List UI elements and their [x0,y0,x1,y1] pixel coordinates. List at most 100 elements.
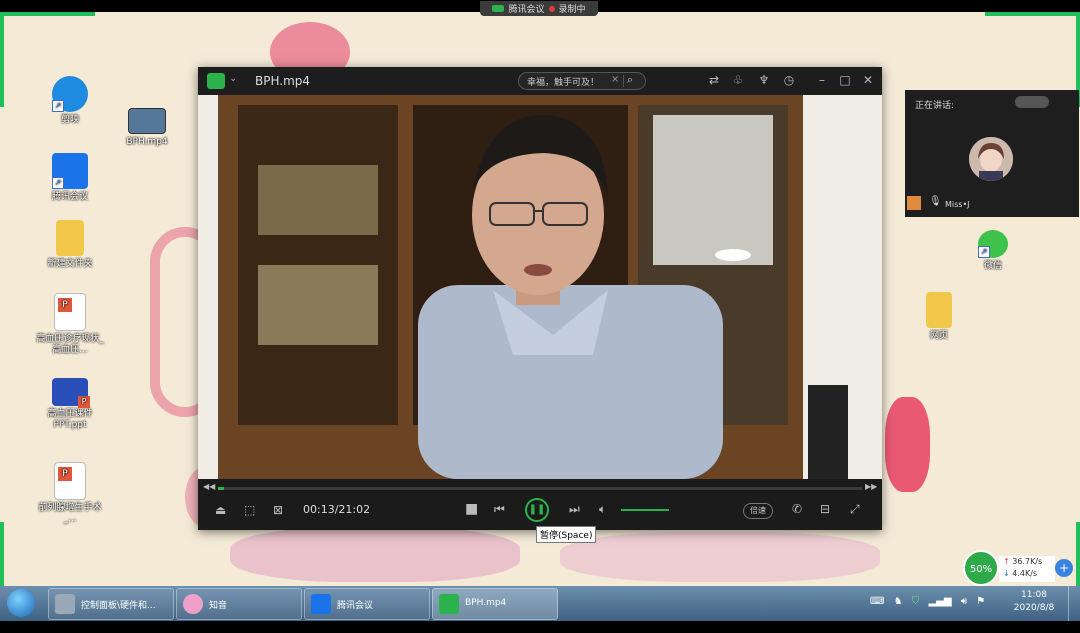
time-display: 00:13/21:02 [303,503,371,516]
player-search-input[interactable] [527,74,609,88]
seek-bar[interactable] [218,487,862,490]
fullscreen-icon[interactable]: ⤢ [850,502,860,517]
taskbar-item-label: 知音 [209,601,228,611]
cpu-percent: 50% [969,564,993,575]
speaker-name: Miss•J [945,200,970,209]
ppt-file-icon: P [52,378,90,408]
wechat-icon: ↗ [978,230,1008,258]
network-widget[interactable]: 50% ↑ 36.7K/s ↓ 4.4K/s + [963,550,1075,586]
seek-forward-icon[interactable]: ▶▶ [865,482,877,491]
recording-dot-icon [548,5,555,12]
frame-corner [985,12,1080,16]
folder-icon [926,292,952,328]
frame-corner [0,522,4,586]
meeting-icon [492,5,505,12]
taskbar-item-video-player[interactable]: BPH.mp4 [432,588,558,620]
desktop-icon-label: BPH.mp4 [126,137,168,147]
plus-icon[interactable]: + [1055,559,1073,577]
eject-icon[interactable]: ⏏ [215,503,226,517]
speed-button[interactable]: 倍速 [743,503,773,519]
desktop-icon-jianying[interactable]: ↗ 剪映 [35,76,105,126]
search-divider [623,75,624,87]
player-controls: ◀◀ ▶▶ ⏏ ⬚ ⊠ 00:13/21:02 ■ ⏮ ❚❚ ⏭ 🔈︎ 倍速 ✆… [198,479,882,530]
stop-icon[interactable]: ■ [465,501,478,517]
tencent-meeting-icon: ↗ [52,153,88,189]
volume-icon[interactable]: 🔈︎ [599,502,606,517]
skin-icon[interactable]: ♧ [730,73,746,87]
taskbar-clock[interactable]: 11:08 2020/8/8 [1012,589,1056,615]
net-speed-box: ↑ 36.7K/s ↓ 4.4K/s [999,556,1055,582]
network-icon[interactable]: ▂▄▆ [928,596,951,607]
desktop-icon-wechat[interactable]: ↗ 微信 [958,230,1028,272]
cpu-percent-badge: 50% [963,550,999,586]
desktop-icon-label: 剪映 [60,115,79,125]
show-desktop-button[interactable] [1068,586,1080,621]
taskbar-item-zhiyin[interactable]: 知音 [176,588,302,620]
desktop-icon-web-folder[interactable]: 网页 [904,292,974,342]
avatar-image [969,137,1013,181]
upload-speed: 36.7K/s [1012,557,1043,566]
clear-icon[interactable]: × [611,74,619,85]
start-button[interactable] [7,589,35,617]
download-speed: 4.4K/s [1012,569,1038,578]
taskbar-item-tencent-meeting[interactable]: 腾讯会议 [304,588,430,620]
minimize-icon[interactable]: – [814,73,830,87]
screenshot-icon[interactable]: ⬚ [244,503,255,517]
desktop-icon-bph-video[interactable]: BPH.mp4 [112,108,182,148]
search-icon[interactable]: ⌕ [627,73,633,87]
volume-tray-icon[interactable]: 🔊︎ [961,596,967,607]
video-player-icon [439,594,459,614]
folder-icon [56,220,84,256]
player-search-box[interactable]: × ⌕ [518,72,646,90]
desktop-icon-label: 新建文件夹 [47,259,93,269]
desktop-icon-label: 高血压课件PPT.ppt [47,409,93,430]
swap-icon[interactable]: ⇄ [706,73,722,87]
desktop-icon-label: 高血压诊疗现状_高血压... [36,334,104,355]
qq-icon[interactable]: ♞ [894,596,903,607]
flag-icon[interactable]: ⚑ [976,596,985,607]
desktop-icon-tencent-meeting[interactable]: ↗ 腾讯会议 [35,153,105,203]
clock-icon[interactable]: ◷ [781,73,797,87]
keyboard-icon[interactable]: ⌨ [870,596,884,607]
player-titlebar[interactable]: ⌄ BPH.mp4 × ⌕ ⇄ ♧ ♆ ◷ – □ ✕ [198,67,882,95]
video-content [198,95,882,479]
pause-button[interactable]: ❚❚ [525,498,549,522]
tencent-meeting-icon [311,594,331,614]
desktop-icon-new-folder[interactable]: 新建文件夹 [35,220,105,270]
meeting-recording-bar[interactable]: 腾讯会议 录制中 [480,1,598,16]
pptx-file-icon: P [54,293,86,331]
chevron-down-icon[interactable]: ⌄ [229,73,237,84]
seek-progress [218,487,225,490]
phone-icon[interactable]: ✆ [792,502,802,516]
volume-slider[interactable] [621,509,669,511]
desktop-icon-pptx-2[interactable]: P 前列腺增生手术_... [35,462,105,525]
security-icon[interactable]: ⛉ [912,596,920,607]
seek-back-icon[interactable]: ◀◀ [203,482,215,491]
meeting-label: 腾讯会议 [508,5,545,15]
frame-corner [1076,522,1080,586]
desktop-icon-ppt[interactable]: P 高血压课件PPT.ppt [35,378,105,431]
next-icon[interactable]: ⏭ [569,502,580,517]
speaker-avatar [969,137,1013,181]
subtitle-icon[interactable]: ⊠ [273,503,283,517]
clock-date: 2020/8/8 [1013,603,1055,613]
frame-corner [0,12,95,16]
frame-corner [0,12,4,107]
pause-tooltip: 暂停(Space) [536,526,597,543]
speaker-panel: 正在讲话: 🎙︎ Miss•J [905,90,1079,217]
toolbox-icon[interactable]: ⊟ [820,502,830,516]
taskbar-item-label: 腾讯会议 [337,601,374,611]
player-logo-icon[interactable] [207,73,225,89]
desktop-icon-label: 微信 [983,261,1002,271]
jianying-icon: ↗ [52,76,88,112]
taskbar-item-control-panel[interactable]: 控制面板\硬件和... [48,588,174,620]
video-player-window: ⌄ BPH.mp4 × ⌕ ⇄ ♧ ♆ ◷ – □ ✕ [198,67,882,530]
clock-time: 11:08 [1021,590,1047,600]
maximize-icon[interactable]: □ [837,73,853,87]
close-icon[interactable]: ✕ [860,73,876,87]
video-frame[interactable] [198,95,882,479]
previous-icon[interactable]: ⏮ [494,502,505,517]
desktop-icon-label: 网页 [929,331,948,341]
desktop-icon-pptx-1[interactable]: P 高血压诊疗现状_高血压... [35,293,105,356]
shirt-icon[interactable]: ♆ [756,73,772,87]
